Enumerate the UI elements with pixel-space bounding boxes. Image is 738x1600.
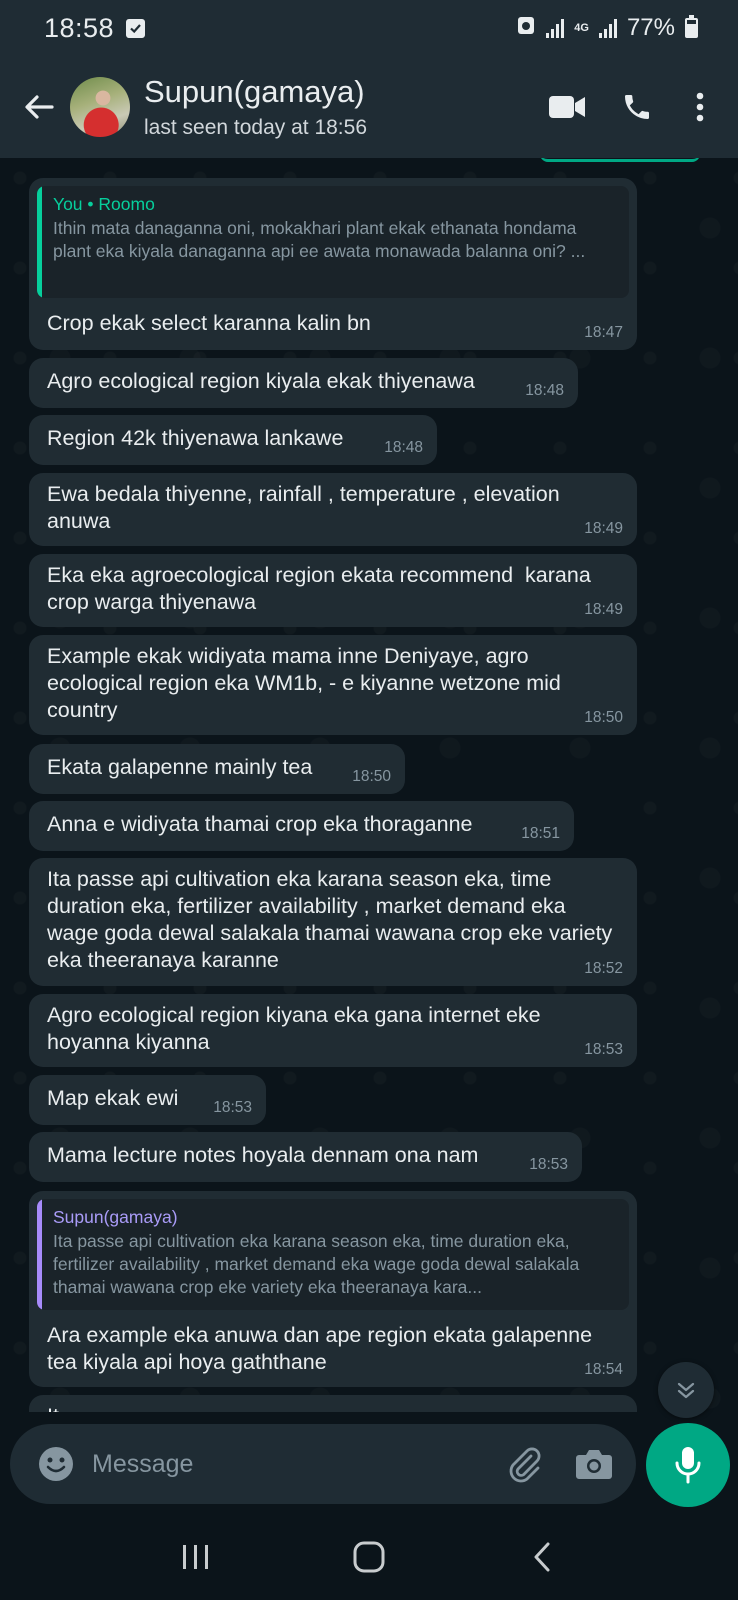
quoted-message[interactable]: Supun(gamaya) Ita passe api cultivation … — [37, 1199, 629, 1310]
back-button[interactable] — [10, 77, 68, 137]
avatar[interactable] — [70, 77, 130, 137]
message-text: Ewa bedala thiyenne, rainfall , temperat… — [47, 482, 566, 533]
message-text: Ekata galapenne mainly tea — [47, 755, 313, 779]
nav-back-button[interactable] — [502, 1527, 582, 1587]
message-bubble[interactable]: Agro ecological region kiyala ekak thiye… — [29, 358, 578, 408]
message-time: 18:49 — [584, 520, 623, 537]
message-text: Agro ecological region kiyana eka gana i… — [47, 1003, 547, 1054]
previous-message-edge — [540, 158, 700, 162]
emoji-button[interactable] — [30, 1438, 82, 1490]
message-text: Ara example eka anuwa dan ape region eka… — [47, 1323, 599, 1374]
message-bubble[interactable]: Anna e widiyata thamai crop eka thoragan… — [29, 801, 574, 851]
status-time: 18:58 — [44, 12, 115, 43]
quote-author: You • Roomo — [53, 194, 155, 214]
message-text: It... — [47, 1403, 619, 1412]
chat-area[interactable]: You • Roomo Ithin mata danaganna oni, mo… — [0, 158, 738, 1412]
message-text: Crop ekak select karanna kalin bn — [47, 311, 371, 335]
recents-button[interactable] — [156, 1527, 236, 1587]
scroll-to-bottom-button[interactable] — [658, 1362, 714, 1418]
composer — [10, 1424, 636, 1504]
message-text: Mama lecture notes hoyala dennam ona nam — [47, 1143, 479, 1167]
battery-icon — [685, 15, 698, 38]
quoted-message[interactable]: You • Roomo Ithin mata danaganna oni, mo… — [37, 186, 629, 298]
attach-button[interactable] — [496, 1436, 552, 1492]
recents-icon — [183, 1545, 209, 1569]
message-time: 18:48 — [525, 382, 564, 399]
battery-percent: 77% — [626, 14, 675, 41]
quote-text: Ithin mata danaganna oni, mokakhari plan… — [53, 218, 586, 261]
chat-header: Supun(gamaya) last seen today at 18:56 — [0, 56, 738, 158]
message-text: Anna e widiyata thamai crop eka thoragan… — [47, 812, 473, 836]
system-nav-bar — [0, 1514, 738, 1600]
message-time: 18:53 — [584, 1041, 623, 1058]
message-text: Agro ecological region kiyala ekak thiye… — [47, 369, 475, 393]
message-time: 18:53 — [213, 1099, 252, 1116]
contact-name: Supun(gamaya) — [144, 74, 365, 109]
voice-call-button[interactable] — [602, 77, 672, 137]
scroll-down-icon — [677, 1382, 695, 1399]
video-call-button[interactable] — [532, 77, 602, 137]
message-time: 18:51 — [521, 825, 560, 842]
message-bubble[interactable]: Region 42k thiyenawa lankawe 18:48 — [29, 415, 437, 465]
message-bubble[interactable]: Ita passe api cultivation eka karana sea… — [29, 858, 637, 986]
home-icon — [353, 1541, 385, 1573]
signal-icon-2 — [598, 18, 617, 38]
status-bar: 18:58 4G 77% — [0, 0, 738, 56]
contact-info[interactable]: Supun(gamaya) last seen today at 18:56 — [144, 74, 532, 140]
message-time: 18:54 — [584, 1361, 623, 1378]
message-time: 18:49 — [584, 601, 623, 618]
checkbox-notification-icon — [126, 18, 146, 38]
message-bubble[interactable]: Ewa bedala thiyenne, rainfall , temperat… — [29, 473, 637, 546]
message-bubble[interactable]: Agro ecological region kiyana eka gana i… — [29, 994, 637, 1067]
message-input[interactable] — [92, 1434, 496, 1494]
message-time: 18:53 — [529, 1156, 568, 1173]
status-icons: 4G 77% — [516, 14, 698, 43]
message-text: Eka eka agroecological region ekata reco… — [47, 563, 597, 614]
message-text: Region 42k thiyenawa lankawe — [47, 426, 344, 450]
message-text: Ita passe api cultivation eka karana sea… — [47, 867, 619, 972]
nav-back-icon — [534, 1542, 550, 1572]
back-arrow-icon — [25, 95, 54, 119]
message-bubble[interactable]: Map ekak ewi 18:53 — [29, 1075, 266, 1125]
home-button[interactable] — [329, 1527, 409, 1587]
message-text: Example ekak widiyata mama inne Deniyaye… — [47, 644, 567, 722]
video-call-icon — [549, 96, 585, 118]
emoji-icon — [39, 1447, 73, 1481]
contact-status: last seen today at 18:56 — [144, 116, 367, 139]
quote-author: Supun(gamaya) — [53, 1207, 178, 1227]
network-type: 4G — [574, 22, 589, 34]
message-bubble[interactable]: Ekata galapenne mainly tea 18:50 — [29, 744, 405, 794]
more-options-button[interactable] — [672, 77, 728, 137]
signal-icon — [546, 18, 565, 38]
message-bubble[interactable]: Eka eka agroecological region ekata reco… — [29, 554, 637, 627]
voice-record-button[interactable] — [646, 1423, 730, 1507]
more-options-icon — [696, 92, 704, 122]
message-time: 18:47 — [584, 324, 623, 341]
mic-icon — [675, 1447, 701, 1484]
recycle-icon — [516, 14, 536, 43]
camera-icon — [576, 1450, 612, 1479]
message-bubble[interactable]: You • Roomo Ithin mata danaganna oni, mo… — [29, 178, 637, 350]
message-time: 18:50 — [352, 768, 391, 785]
message-bubble[interactable]: Supun(gamaya) Ita passe api cultivation … — [29, 1191, 637, 1387]
message-time: 18:50 — [584, 709, 623, 726]
attach-icon — [509, 1447, 541, 1483]
camera-button[interactable] — [566, 1436, 622, 1492]
quote-text: Ita passe api cultivation eka karana sea… — [53, 1231, 580, 1297]
message-bubble[interactable]: Mama lecture notes hoyala dennam ona nam… — [29, 1132, 582, 1182]
message-time: 18:48 — [384, 439, 423, 456]
message-bubble[interactable]: It... — [29, 1395, 637, 1412]
message-bubble[interactable]: Example ekak widiyata mama inne Deniyaye… — [29, 635, 637, 735]
message-time: 18:52 — [584, 960, 623, 977]
phone-icon — [625, 95, 649, 119]
